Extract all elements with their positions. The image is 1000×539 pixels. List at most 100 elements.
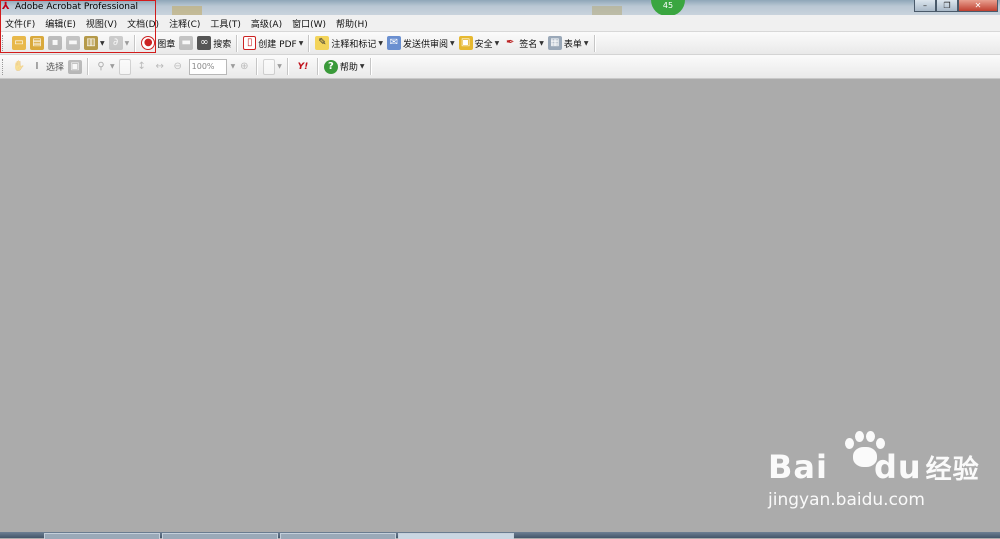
search-button[interactable]: ∞ 搜索 (195, 33, 233, 53)
taskbar-button[interactable] (398, 533, 514, 539)
zoom-input[interactable]: 100% (188, 58, 227, 75)
yahoo-icon: Y! (297, 61, 309, 72)
toolbar-grip[interactable] (2, 35, 7, 51)
printer-icon: ▬ (179, 36, 194, 50)
binoculars-icon: ∞ (197, 36, 212, 50)
actual-size-button[interactable] (117, 57, 133, 77)
toolbar-separator (308, 34, 311, 52)
page-icon (118, 58, 131, 75)
print-icon: ▬ (66, 36, 80, 50)
print-preview-button[interactable]: ▬ (177, 33, 195, 53)
pen-icon: ✒ (506, 37, 515, 48)
save-button[interactable]: ▪ (46, 33, 64, 53)
organizer-button[interactable]: ▤ (28, 33, 46, 53)
hand-tool-button[interactable]: ✋ (10, 57, 28, 77)
toolbar-separator (369, 58, 372, 75)
sign-button[interactable]: ✒ 签名 ▼ (501, 33, 546, 53)
send-review-button[interactable]: ✉ 发送供审阅 ▼ (385, 33, 457, 53)
window-title: Adobe Acrobat Professional (15, 2, 138, 12)
navigation-toolbar: ✋ I 选择 ▣ ⚲ ▼ ↕ ↔ ⊖ 100% ▼ ⊕ ▼ Y! ? 帮助 ▼ (0, 55, 1000, 79)
toolbar-separator (256, 58, 259, 75)
camera-icon: ▣ (68, 59, 83, 74)
chevron-down-icon: ▼ (494, 39, 500, 47)
menu-document[interactable]: 文档(D) (122, 17, 164, 30)
toolbar-separator (316, 58, 319, 75)
acrobat-icon: ⅄ (2, 1, 10, 12)
logo-text: Bai (768, 448, 828, 486)
chevron-down-icon: ▼ (359, 63, 365, 70)
menu-help[interactable]: 帮助(H) (331, 17, 373, 30)
create-pdf-button[interactable]: ▯ 创建 PDF ▼ (241, 33, 305, 53)
clipboard-button[interactable]: ▥ ▼ (82, 33, 107, 53)
hand-icon: ✋ (12, 60, 26, 72)
yahoo-button[interactable]: Y! (292, 57, 314, 77)
menu-view[interactable]: 视图(V) (81, 17, 122, 30)
help-label: 帮助 (339, 63, 358, 73)
select-label: 选择 (46, 63, 65, 73)
folder-open-icon: ▭ (12, 36, 26, 50)
menu-bar: 文件(F) 编辑(E) 视图(V) 文档(D) 注释(C) 工具(T) 高级(A… (0, 15, 1000, 32)
menu-window[interactable]: 窗口(W) (287, 17, 331, 30)
comment-markup-button[interactable]: ✎ 注释和标记 ▼ (313, 33, 385, 53)
snapshot-button[interactable]: ▣ (66, 57, 84, 77)
taskbar-button[interactable] (280, 533, 396, 539)
toolbar-grip[interactable] (2, 58, 7, 75)
create-pdf-icon: ▯ (243, 36, 257, 50)
forms-button[interactable]: ▦ 表单 ▼ (546, 33, 591, 53)
review-icon: ✉ (386, 36, 401, 50)
logo-text-2: du (873, 448, 922, 486)
menu-tools[interactable]: 工具(T) (205, 17, 246, 30)
review-label: 发送供审阅 (402, 39, 448, 50)
security-label: 安全 (474, 39, 493, 50)
lock-icon: ▣ (458, 36, 473, 50)
close-button[interactable]: ✕ (958, 0, 998, 12)
notification-badge[interactable]: 45 (651, 0, 685, 16)
taskbar-button[interactable] (44, 533, 160, 539)
magnifier-icon: ⚲ (97, 60, 105, 72)
menu-comments[interactable]: 注释(C) (164, 17, 205, 30)
select-tool-button[interactable]: I 选择 (28, 57, 66, 77)
comment-label: 注释和标记 (331, 39, 377, 50)
toolbar-separator (593, 34, 596, 52)
taskbar-button[interactable] (162, 533, 278, 539)
stamp-label: 图章 (157, 39, 176, 50)
zoom-in-button[interactable]: ⊕ (235, 57, 253, 77)
toolbar-separator (286, 58, 289, 75)
stamp-button[interactable]: ● 图章 (139, 33, 177, 53)
security-button[interactable]: ▣ 安全 ▼ (457, 33, 502, 53)
forms-icon: ▦ (547, 36, 562, 50)
zoom-out-button[interactable]: ⊖ (169, 57, 187, 77)
clipboard-icon: ▥ (84, 36, 98, 50)
minimize-button[interactable]: – (914, 0, 936, 12)
attach-button[interactable]: ∂ ▼ (107, 33, 132, 53)
zoom-tool-button[interactable]: ⚲ ▼ (92, 57, 117, 77)
chevron-down-icon: ▼ (277, 63, 282, 70)
fit-page-icon: ↕ (137, 60, 146, 72)
chevron-down-icon: ▼ (124, 39, 130, 47)
background-blur (172, 6, 202, 15)
menu-edit[interactable]: 编辑(E) (40, 17, 81, 30)
help-button[interactable]: ? 帮助 ▼ (322, 57, 367, 77)
toolbar-separator (236, 34, 239, 52)
restore-button[interactable]: ❐ (936, 0, 958, 12)
chevron-down-icon: ▼ (583, 39, 589, 47)
print-button[interactable]: ▬ (64, 33, 82, 53)
create-pdf-label: 创建 PDF (258, 39, 297, 50)
file-toolbar: ▭ ▤ ▪ ▬ ▥ ▼ ∂ ▼ ● 图章 ▬ ∞ 搜索 ▯ 创建 PDF ▼ ✎… (0, 32, 1000, 55)
menu-advanced[interactable]: 高级(A) (246, 17, 287, 30)
stamp-icon: ● (141, 36, 156, 50)
toolbar-separator (87, 58, 90, 75)
chevron-down-icon: ▼ (110, 63, 115, 70)
open-button[interactable]: ▭ (10, 33, 28, 53)
chevron-down-icon: ▼ (100, 39, 105, 47)
logo-cn: 经验 (925, 455, 980, 485)
rotate-page-icon (263, 58, 276, 75)
fit-page-button[interactable]: ↕ (133, 57, 151, 77)
comment-icon: ✎ (315, 36, 330, 50)
rotate-button[interactable]: ▼ (261, 57, 284, 77)
menu-file[interactable]: 文件(F) (0, 17, 40, 30)
fit-width-button[interactable]: ↔ (151, 57, 169, 77)
zoom-in-icon: ⊕ (240, 60, 249, 72)
chevron-down-icon: ▼ (539, 39, 544, 47)
paperclip-icon: ∂ (108, 36, 123, 50)
